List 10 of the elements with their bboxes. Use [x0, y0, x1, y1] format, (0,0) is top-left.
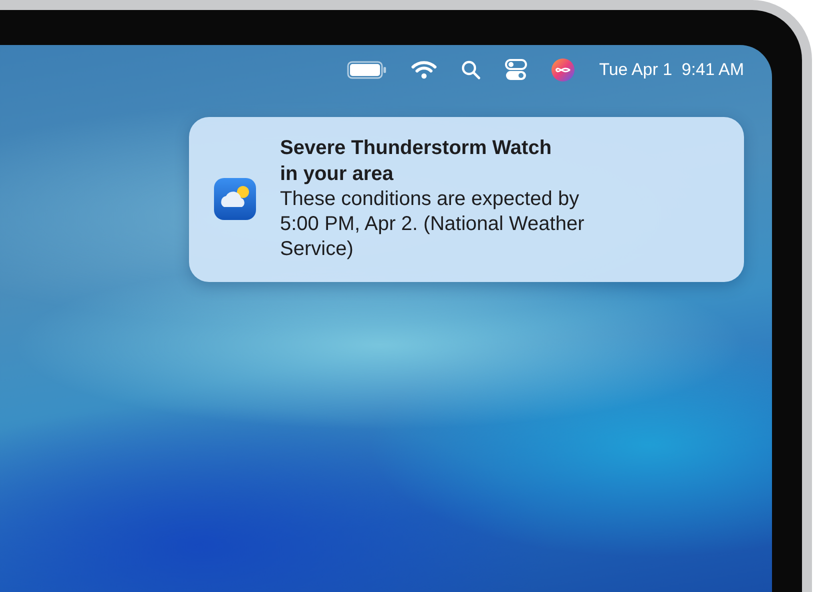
assistant-orb-icon[interactable] — [551, 58, 576, 82]
notification-banner[interactable]: Severe Thunderstorm Watch in your area These conditions are expected by 5:00 PM, Apr 2. (National Weather Service) — [189, 117, 744, 282]
toggle-switches-icon[interactable] — [505, 59, 528, 81]
battery-icon[interactable] — [347, 61, 388, 79]
search-icon[interactable] — [461, 60, 482, 80]
weather-app-icon — [214, 178, 256, 220]
wifi-icon[interactable] — [411, 60, 438, 80]
notification-message: These conditions are expected by 5:00 PM, Apr 2. (National Weather Service) — [280, 187, 586, 262]
notification-title: Severe Thunderstorm Watch in your area — [280, 136, 553, 187]
menu-bar-clock[interactable]: Tue Apr 1 9:41 AM — [599, 60, 744, 80]
